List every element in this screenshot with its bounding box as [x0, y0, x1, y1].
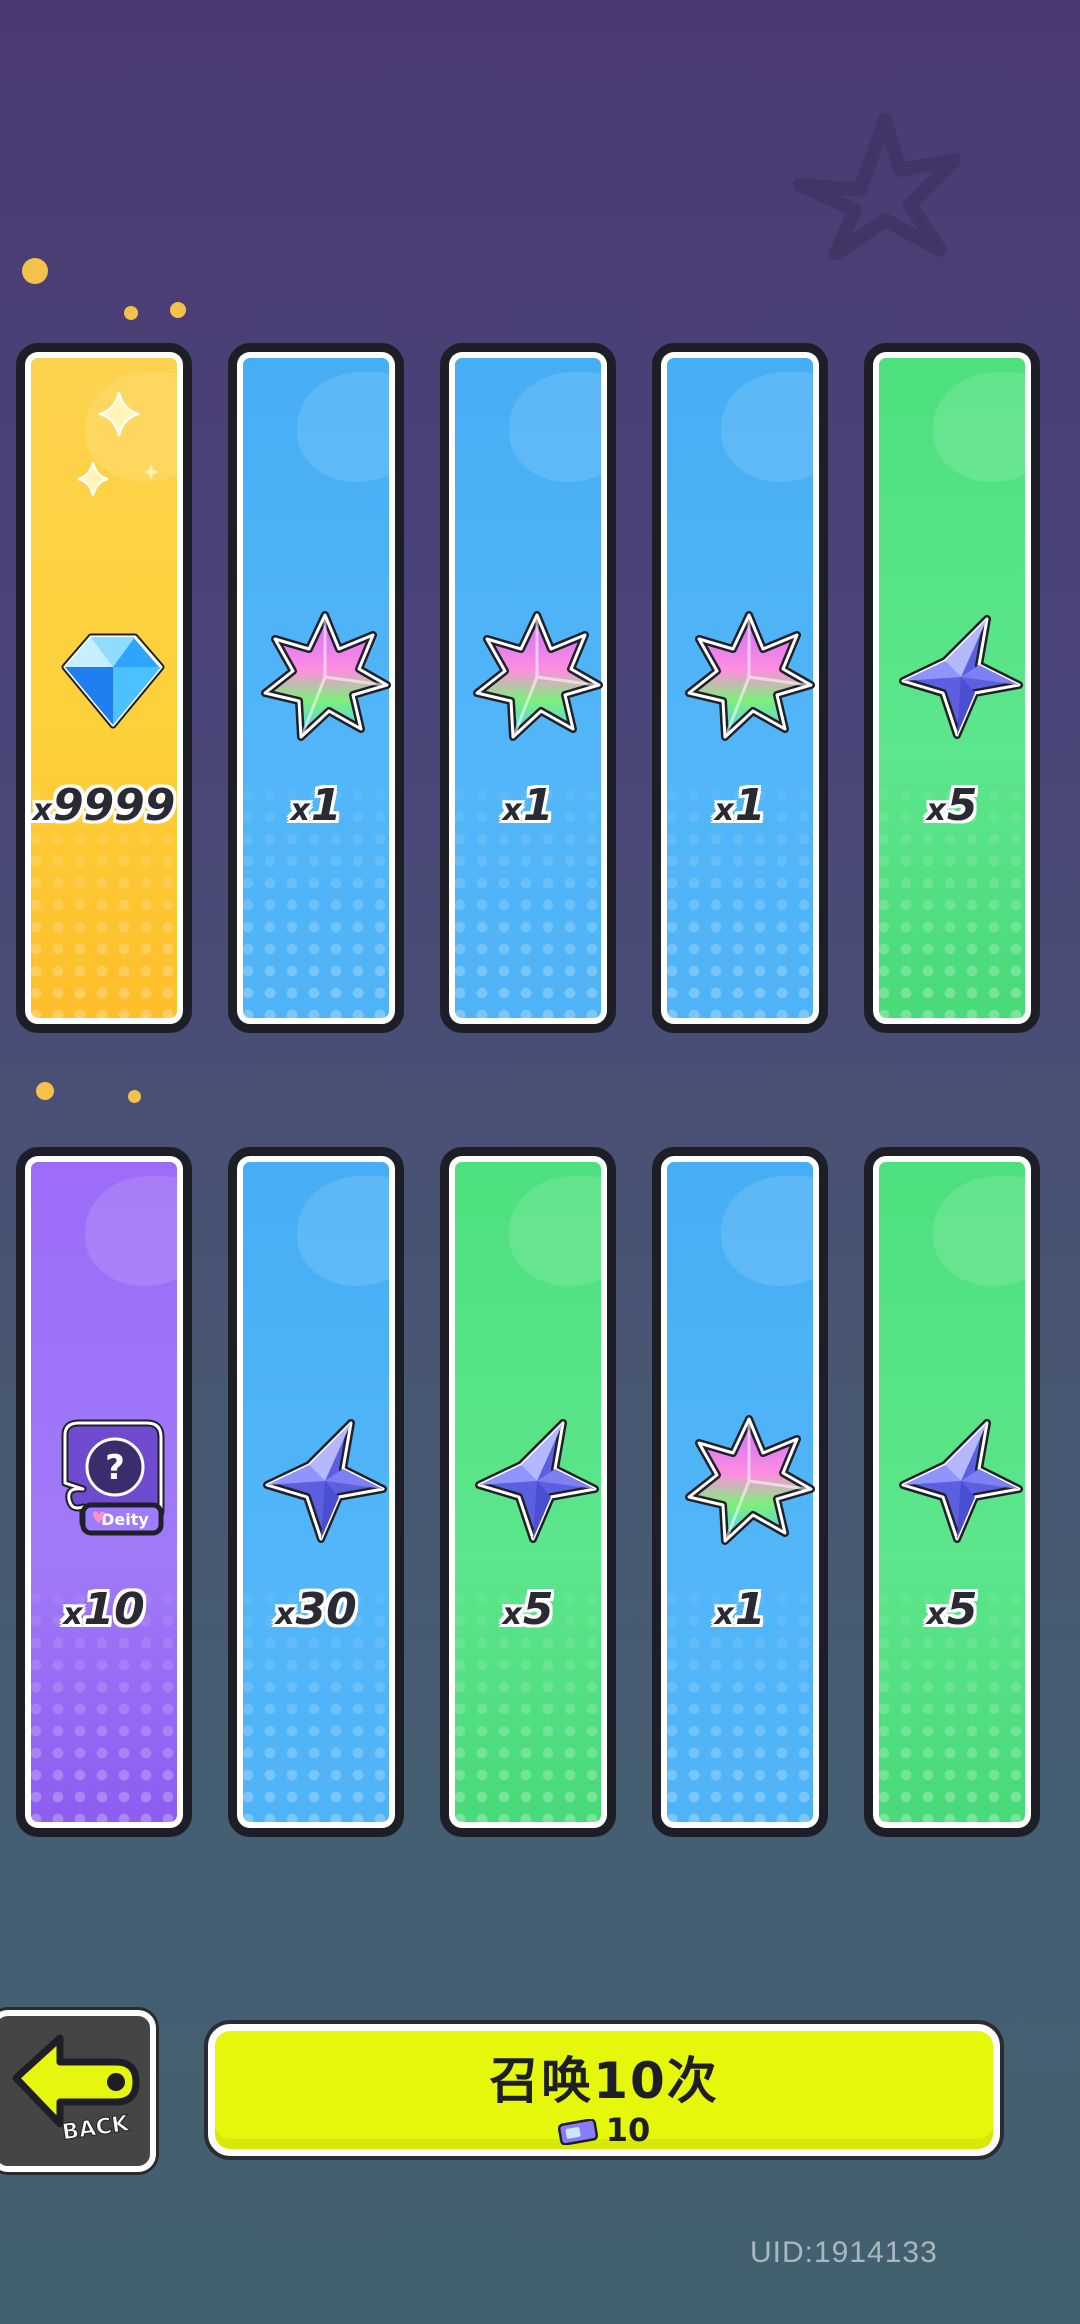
confetti-dot [22, 258, 48, 284]
reward-card-rainbow-star[interactable]: x1 [652, 343, 828, 1033]
mystery-deity-puzzle-icon: ? Deity [61, 1419, 165, 1536]
reward-quantity: x5 [926, 1584, 978, 1635]
confetti-dot [36, 1082, 54, 1100]
card-splash [933, 372, 1031, 482]
card-splash [297, 372, 395, 482]
reward-quantity: x9999 [32, 780, 176, 831]
reward-card-deity-puzzle[interactable]: ? Deity x10 [16, 1147, 192, 1837]
card-splash [509, 1176, 607, 1286]
reward-card-rainbow-star[interactable]: x1 [228, 343, 404, 1033]
card-splash [721, 1176, 819, 1286]
user-id: UID:1914133 [750, 2236, 938, 2269]
rainbow-star-icon [473, 611, 603, 741]
reward-card-blue-star[interactable]: x5 [864, 1147, 1040, 1837]
rainbow-star-icon [685, 611, 815, 741]
confetti-dot [170, 302, 186, 318]
blue-star-icon [263, 1419, 387, 1543]
reward-quantity: x1 [714, 1584, 766, 1635]
blue-star-icon [899, 1419, 1023, 1543]
reward-card-blue-star[interactable]: x5 [440, 1147, 616, 1837]
reward-quantity: x1 [714, 780, 766, 831]
reward-card-rainbow-star[interactable]: x1 [652, 1147, 828, 1837]
confetti-dot [128, 1090, 141, 1103]
reward-quantity: x10 [63, 1584, 145, 1635]
reward-quantity: x30 [275, 1584, 357, 1635]
background-star-icon [793, 113, 960, 260]
reward-card-diamond[interactable]: x9999 [16, 343, 192, 1033]
blue-star-icon [475, 1419, 599, 1543]
confetti-dot [124, 306, 138, 320]
deity-badge: Deity [101, 1510, 149, 1529]
card-splash [297, 1176, 395, 1286]
rainbow-star-icon [261, 611, 391, 741]
diamond-icon [61, 633, 165, 729]
reward-card-blue-star[interactable]: x5 [864, 343, 1040, 1033]
sparkle-icon [77, 392, 159, 497]
summon-cost: 10 [215, 2111, 993, 2149]
reward-quantity: x5 [926, 780, 978, 831]
mystery-glyph: ? [105, 1448, 125, 1488]
card-splash [509, 372, 607, 482]
reward-quantity: x5 [502, 1584, 554, 1635]
card-splash [933, 1176, 1031, 1286]
ticket-icon [557, 2119, 598, 2145]
summon-cost-value: 10 [605, 2111, 651, 2149]
back-button[interactable]: BACK [0, 2010, 156, 2172]
reward-card-blue-star[interactable]: x30 [228, 1147, 404, 1837]
summon-10-button[interactable]: 召唤10次 10 [208, 2024, 1000, 2156]
reward-card-rainbow-star[interactable]: x1 [440, 343, 616, 1033]
rainbow-star-icon [685, 1415, 815, 1545]
summon-title: 召唤10次 [489, 2052, 719, 2110]
reward-quantity: x1 [290, 780, 342, 831]
reward-quantity: x1 [502, 780, 554, 831]
card-splash [721, 372, 819, 482]
card-splash [85, 1176, 183, 1286]
blue-star-icon [899, 615, 1023, 739]
